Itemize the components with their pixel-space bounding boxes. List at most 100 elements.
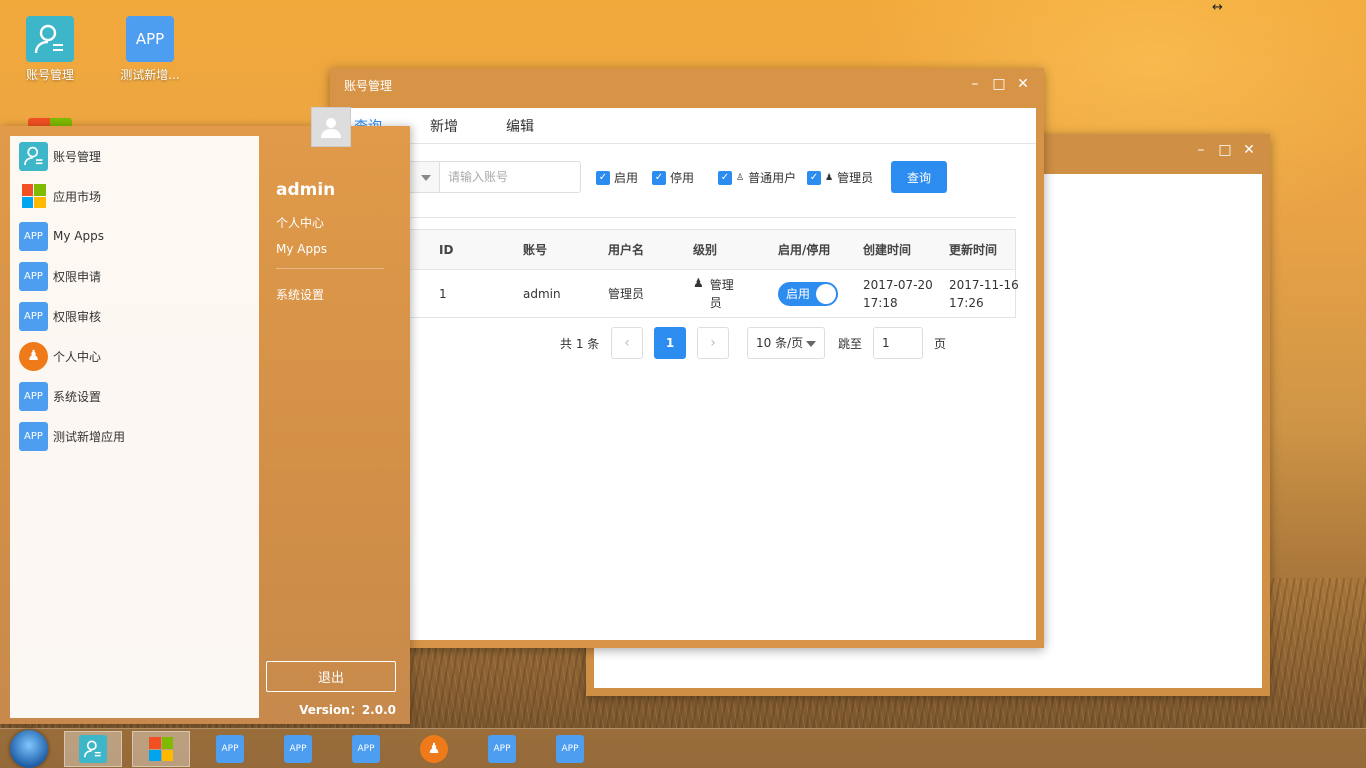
- page-size-select[interactable]: 10 条/页: [747, 327, 825, 359]
- window-controls: – □ ✕: [968, 76, 1030, 92]
- cell-account: admin: [523, 286, 561, 301]
- taskbar: APP APP APP ♟ APP APP: [0, 728, 1366, 768]
- taskbar-item-app[interactable]: APP: [473, 731, 531, 767]
- app-icon: APP: [216, 735, 244, 763]
- window-content: 查询 新增 编辑 ✓启用 ✓停用 ✓♙普通用户 ✓♟管理员 查询 ID 账号 用…: [338, 108, 1036, 640]
- avatar[interactable]: [311, 107, 351, 147]
- column-header[interactable]: 启用/停用: [778, 241, 838, 258]
- link-my-apps[interactable]: My Apps: [276, 242, 327, 256]
- table-header: ID 账号 用户名 级别 启用/停用 创建时间 更新时间: [339, 230, 1015, 270]
- start-menu-item-my-apps[interactable]: APP My Apps: [10, 216, 259, 256]
- checkbox-admin[interactable]: ✓ ♟ 管理员: [807, 169, 873, 186]
- app-icon: APP: [126, 16, 174, 62]
- app-icon: APP: [488, 735, 516, 763]
- close-button[interactable]: ✕: [1016, 76, 1030, 92]
- start-button[interactable]: [10, 730, 48, 768]
- toggle-switch[interactable]: 启用: [778, 281, 838, 306]
- checkbox-label: 启用: [614, 171, 639, 185]
- personal-center-icon: ♟: [420, 735, 448, 763]
- cell-updated: 2017-11-16 17:26: [949, 277, 1019, 310]
- tab-edit[interactable]: 编辑: [506, 116, 582, 136]
- start-menu-item-permission-apply[interactable]: APP 权限申请: [10, 256, 259, 296]
- app-icon: APP: [19, 261, 48, 291]
- username: admin: [276, 180, 336, 200]
- tab-add[interactable]: 新增: [430, 116, 506, 136]
- version-label: Version：2.0.0: [299, 703, 396, 717]
- next-page-button[interactable]: ›: [697, 327, 729, 359]
- taskbar-item-app[interactable]: APP: [337, 731, 395, 767]
- window-titlebar[interactable]: 账号管理: [330, 68, 1044, 102]
- prev-page-button[interactable]: ‹: [611, 327, 643, 359]
- account-search-input[interactable]: [439, 161, 581, 193]
- start-menu-user-panel: admin 个人中心 My Apps 系统设置 退出 Version：2.0.0: [266, 126, 396, 724]
- start-menu-item-permission-review[interactable]: APP 权限审核: [10, 296, 259, 336]
- column-header[interactable]: 更新时间: [949, 241, 1019, 258]
- taskbar-item-account-manage[interactable]: [64, 731, 122, 767]
- desktop-icon-account-manage[interactable]: 账号管理: [10, 16, 90, 83]
- start-menu-item-personal-center[interactable]: ♟ 个人中心: [10, 336, 259, 376]
- column-header[interactable]: 创建时间: [863, 241, 933, 258]
- user-filled-icon: ♟: [693, 275, 704, 290]
- toggle-label: 启用: [786, 286, 811, 301]
- start-menu-app-list: 账号管理 应用市场 APP My Apps APP 权限申请 APP 权限审核 …: [10, 136, 259, 718]
- maximize-button[interactable]: □: [1218, 142, 1232, 158]
- minimize-button[interactable]: –: [968, 76, 982, 92]
- desktop-icon-label: 账号管理: [25, 68, 74, 82]
- user-outline-icon: ♙: [736, 172, 745, 183]
- pagination-total: 共 1 条: [560, 337, 600, 351]
- start-menu-item-system-settings[interactable]: APP 系统设置: [10, 376, 259, 416]
- start-menu-item-label: My Apps: [53, 229, 104, 243]
- check-icon: ✓: [652, 170, 666, 185]
- filter-bar: ✓ 启用 ✓ 停用 ✓ ♙普通用户 ✓ ♟管理员 查询: [338, 161, 1036, 193]
- column-header[interactable]: 级别: [693, 241, 753, 258]
- jump-page-input[interactable]: 1: [873, 327, 923, 359]
- start-menu-item-account-manage[interactable]: 账号管理: [10, 136, 259, 176]
- close-button[interactable]: ✕: [1242, 142, 1256, 158]
- start-menu-item-label: 个人中心: [53, 349, 102, 364]
- status-toggle[interactable]: 启用: [778, 281, 838, 306]
- level-text: 管理员: [709, 277, 734, 310]
- taskbar-item-personal-center[interactable]: ♟: [405, 731, 463, 767]
- toggle-knob: [816, 283, 836, 304]
- page-1-button[interactable]: 1: [654, 327, 686, 359]
- table-row[interactable]: 1 admin 管理员 ♟ 管理员 启用 2017-07-20 17:18 201…: [339, 270, 1019, 317]
- query-button[interactable]: 查询: [891, 161, 947, 193]
- window-controls: – □ ✕: [1194, 142, 1256, 158]
- app-icon: APP: [556, 735, 584, 763]
- column-header[interactable]: 用户名: [608, 241, 644, 258]
- tab-bar: 查询 新增 编辑: [338, 108, 1036, 144]
- start-menu-item-label: 权限审核: [53, 309, 102, 324]
- account-manage-window[interactable]: 账号管理 – □ ✕ 查询 新增 编辑 ✓启用 ✓停用 ✓♙普通用户 ✓♟管理员…: [330, 68, 1044, 648]
- cell-created: 2017-07-20 17:18: [863, 277, 933, 310]
- start-menu-item-label: 测试新增应用: [53, 429, 126, 444]
- taskbar-item-app-market[interactable]: [132, 731, 190, 767]
- maximize-button[interactable]: □: [992, 76, 1006, 92]
- taskbar-item-app[interactable]: APP: [269, 731, 327, 767]
- divider: [276, 268, 384, 269]
- jump-unit: 页: [934, 337, 947, 351]
- user-filled-icon: ♟: [825, 172, 834, 183]
- app-icon: APP: [19, 421, 48, 451]
- logout-button[interactable]: 退出: [266, 661, 396, 692]
- start-menu-item-label: 系统设置: [53, 389, 102, 404]
- column-header[interactable]: 账号: [523, 241, 547, 258]
- taskbar-item-app[interactable]: APP: [201, 731, 259, 767]
- link-personal-center[interactable]: 个人中心: [276, 214, 324, 231]
- check-icon: ✓: [718, 170, 732, 185]
- user-avatar-icon: [321, 118, 341, 138]
- start-menu-item-test-app[interactable]: APP 测试新增应用: [10, 416, 259, 456]
- link-system-settings[interactable]: 系统设置: [276, 286, 324, 303]
- column-header[interactable]: ID: [439, 243, 453, 257]
- checkbox-normal-user[interactable]: ✓ ♙ 普通用户: [718, 169, 796, 186]
- minimize-button[interactable]: –: [1194, 142, 1208, 158]
- jump-label: 跳至: [838, 337, 863, 351]
- taskbar-item-app[interactable]: APP: [541, 731, 599, 767]
- checkbox-label: 普通用户: [748, 171, 797, 185]
- chevron-down-icon: [421, 175, 431, 181]
- start-menu-item-app-market[interactable]: 应用市场: [10, 176, 259, 216]
- checkbox-enabled[interactable]: ✓ 启用: [596, 169, 638, 186]
- checkbox-disabled[interactable]: ✓ 停用: [652, 169, 694, 186]
- app-icon: APP: [19, 301, 48, 331]
- check-icon: ✓: [807, 170, 821, 185]
- desktop-icon-test-app[interactable]: APP 测试新增...: [110, 16, 190, 83]
